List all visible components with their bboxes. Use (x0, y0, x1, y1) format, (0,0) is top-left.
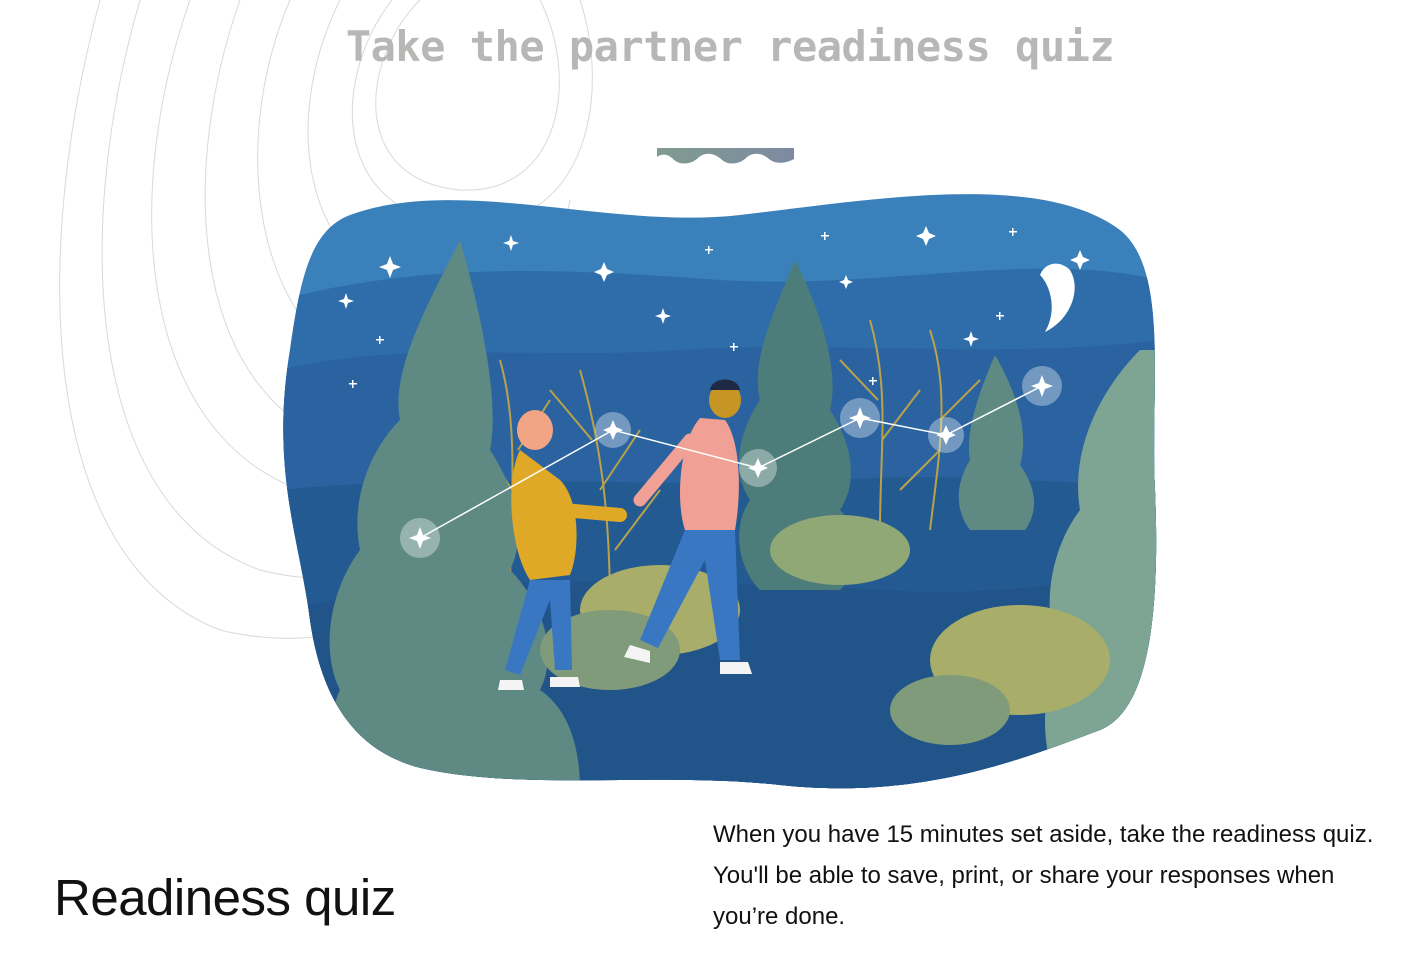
couple-night-walk-illustration (283, 194, 1157, 789)
quiz-description: When you have 15 minutes set aside, take… (713, 821, 1374, 930)
page-title: Take the partner readiness quiz (345, 22, 1115, 71)
quiz-heading: Readiness quiz (54, 869, 396, 926)
wave-divider (657, 148, 794, 164)
